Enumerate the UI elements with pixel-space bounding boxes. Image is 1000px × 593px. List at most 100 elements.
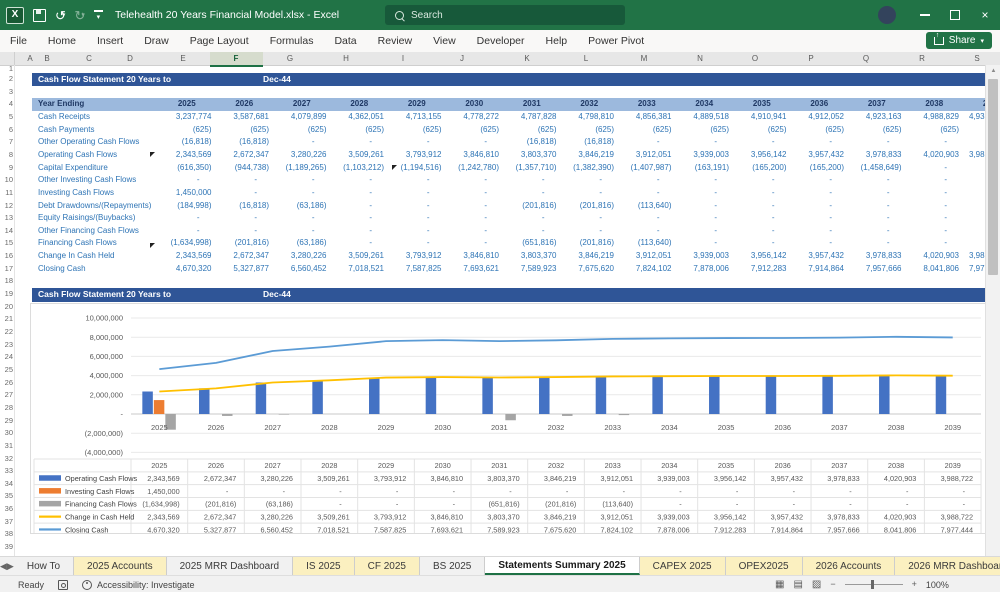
cell[interactable]: (1,382,390)	[561, 162, 619, 175]
cell[interactable]: (625)	[446, 124, 504, 137]
close-button[interactable]: ×	[970, 0, 1000, 30]
cell[interactable]: -	[331, 200, 389, 213]
cell[interactable]: -	[388, 136, 446, 149]
year-header-2038[interactable]: 2038	[906, 98, 964, 111]
cell[interactable]: 3,978,833	[848, 149, 906, 162]
cell[interactable]: 5,327,877	[216, 263, 274, 276]
cell[interactable]: -	[388, 225, 446, 238]
row-header-5[interactable]: 5	[0, 111, 13, 124]
cell[interactable]: 3,509,261	[331, 250, 389, 263]
cell[interactable]: 7,587,825	[388, 263, 446, 276]
year-header-2037[interactable]: 2037	[848, 98, 906, 111]
sheet-tab-2026-accounts[interactable]: 2026 Accounts	[802, 557, 896, 575]
cell[interactable]: -	[791, 225, 849, 238]
cell[interactable]: 3,587,681	[216, 111, 274, 124]
cell[interactable]: -	[848, 136, 906, 149]
scrollbar-thumb[interactable]	[988, 79, 998, 275]
cell[interactable]: 3,939,003	[676, 149, 734, 162]
cell[interactable]: -	[676, 200, 734, 213]
year-header-2032[interactable]: 2032	[561, 98, 619, 111]
menu-tab-developer[interactable]: Developer	[477, 35, 525, 47]
cell[interactable]: -	[906, 162, 964, 175]
cell[interactable]: 4,079,899	[273, 111, 331, 124]
column-header-A[interactable]: A	[27, 52, 32, 65]
cell[interactable]: (944,738)	[216, 162, 274, 175]
cell[interactable]: (113,640)	[618, 200, 676, 213]
cell[interactable]: (625)	[331, 124, 389, 137]
cell[interactable]: -	[331, 212, 389, 225]
cell[interactable]: (625)	[791, 124, 849, 137]
macro-record-icon[interactable]	[58, 579, 69, 590]
cell[interactable]: -	[906, 136, 964, 149]
cell[interactable]: -	[906, 212, 964, 225]
cell[interactable]: 7,675,620	[561, 263, 619, 276]
cell[interactable]: (201,816)	[561, 200, 619, 213]
cell[interactable]: -	[618, 212, 676, 225]
row-header-14[interactable]: 14	[0, 225, 13, 238]
cell[interactable]: 3,939,003	[676, 250, 734, 263]
cell[interactable]: -	[388, 200, 446, 213]
cell[interactable]: (16,818)	[216, 200, 274, 213]
cell[interactable]: (165,200)	[733, 162, 791, 175]
cell[interactable]: 8,041,806	[906, 263, 964, 276]
cell[interactable]: 4,362,051	[331, 111, 389, 124]
cell[interactable]: (625)	[216, 124, 274, 137]
row-header-16[interactable]: 16	[0, 250, 13, 263]
year-header-2035[interactable]: 2035	[733, 98, 791, 111]
cell[interactable]: (1,242,780)	[446, 162, 504, 175]
column-header-L[interactable]: L	[584, 52, 588, 65]
year-header-2031[interactable]: 2031	[503, 98, 561, 111]
menu-tab-file[interactable]: File	[10, 35, 27, 47]
cell[interactable]: -	[446, 174, 504, 187]
column-header-F[interactable]: F	[234, 52, 239, 65]
cell[interactable]: (16,818)	[503, 136, 561, 149]
cell[interactable]: (625)	[273, 124, 331, 137]
cell[interactable]: (201,816)	[216, 237, 274, 250]
cell[interactable]: 3,912,051	[618, 250, 676, 263]
column-header-O[interactable]: O	[752, 52, 758, 65]
cell[interactable]: -	[561, 174, 619, 187]
cell[interactable]: 4,798,810	[561, 111, 619, 124]
cell[interactable]: -	[446, 212, 504, 225]
cell[interactable]: -	[446, 187, 504, 200]
sheet-tab-statements-summary-2025[interactable]: Statements Summary 2025	[485, 557, 640, 575]
year-header-2025[interactable]: 2025	[158, 98, 216, 111]
cell[interactable]: -	[618, 136, 676, 149]
row-header-31[interactable]: 31	[0, 440, 13, 453]
cell[interactable]: -	[733, 237, 791, 250]
cell[interactable]: (625)	[158, 124, 216, 137]
cell[interactable]: -	[676, 225, 734, 238]
cell[interactable]: 3,956,142	[733, 149, 791, 162]
cell[interactable]: 3,793,912	[388, 149, 446, 162]
cell[interactable]: (16,818)	[561, 136, 619, 149]
cell[interactable]: -	[331, 225, 389, 238]
cell[interactable]: 3,280,226	[273, 149, 331, 162]
cell[interactable]: (651,816)	[503, 237, 561, 250]
row-header-12[interactable]: 12	[0, 200, 13, 213]
cell[interactable]: -	[618, 174, 676, 187]
cell[interactable]: -	[273, 136, 331, 149]
row-header-30[interactable]: 30	[0, 427, 13, 440]
cell[interactable]: 3,793,912	[388, 250, 446, 263]
cell[interactable]: 3,509,261	[331, 149, 389, 162]
cell[interactable]: 7,912,283	[733, 263, 791, 276]
cell[interactable]: -	[733, 187, 791, 200]
row-header-22[interactable]: 22	[0, 326, 13, 339]
row-header-37[interactable]: 37	[0, 516, 13, 529]
row-header-8[interactable]: 8	[0, 149, 13, 162]
row-header-11[interactable]: 11	[0, 187, 13, 200]
cell[interactable]: -	[791, 200, 849, 213]
column-header-R[interactable]: R	[919, 52, 925, 65]
cell[interactable]: -	[561, 212, 619, 225]
row-header-28[interactable]: 28	[0, 402, 13, 415]
menu-tab-page-layout[interactable]: Page Layout	[190, 35, 249, 47]
cell[interactable]: 3,957,432	[791, 250, 849, 263]
cell[interactable]: -	[791, 187, 849, 200]
menu-tab-data[interactable]: Data	[334, 35, 356, 47]
row-header-10[interactable]: 10	[0, 174, 13, 187]
column-header-S[interactable]: S	[974, 52, 979, 65]
sheet-nav-right-arrow[interactable]: ▶	[7, 557, 14, 575]
cell[interactable]: -	[791, 237, 849, 250]
sheet-tab-2025-accounts[interactable]: 2025 Accounts	[74, 557, 167, 575]
user-avatar[interactable]	[878, 6, 896, 24]
